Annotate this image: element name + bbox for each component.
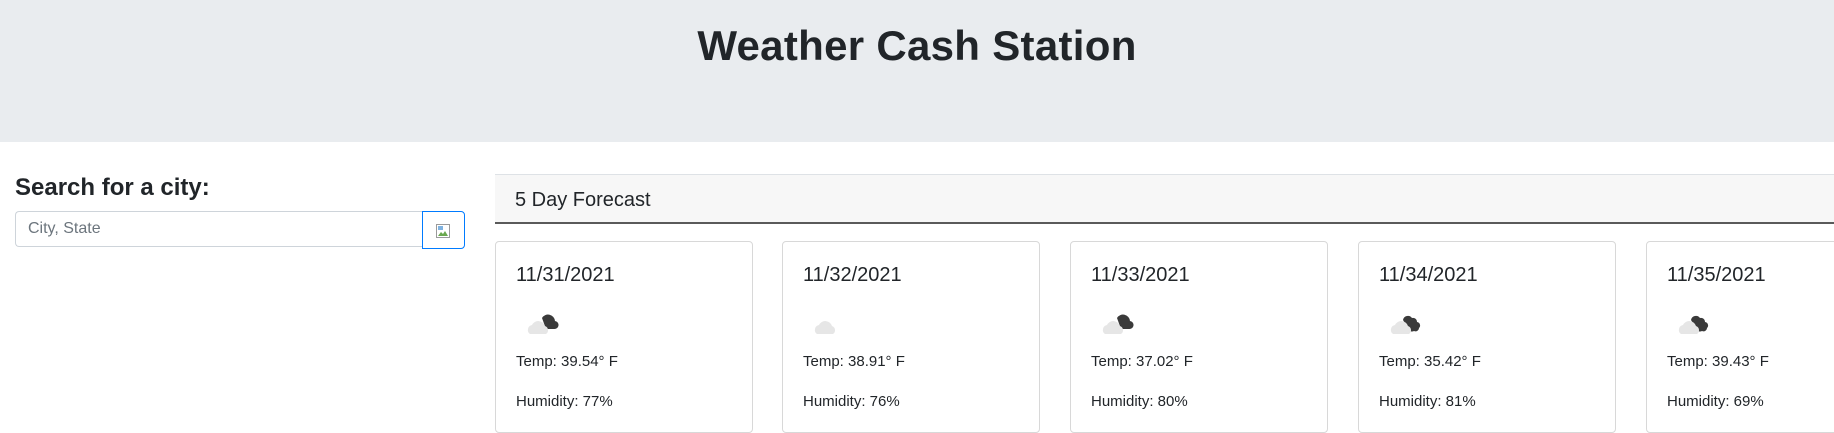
forecast-temp: Temp: 37.02° F: [1091, 353, 1193, 370]
cloud-with-dark-cloud-icon: [527, 314, 559, 334]
forecast-humidity: Humidity: 76%: [803, 393, 900, 410]
forecast-temp: Temp: 39.43° F: [1667, 353, 1769, 370]
page-title: Weather Cash Station: [697, 22, 1137, 69]
search-label: Search for a city:: [15, 174, 210, 201]
forecast-title: 5 Day Forecast: [515, 189, 651, 211]
forecast-date: 11/35/2021: [1667, 264, 1766, 286]
forecast-temp: Temp: 38.91° F: [803, 353, 905, 370]
forecast-date: 11/34/2021: [1379, 264, 1478, 286]
forecast-card: 11/33/2021 Temp: 37.02° F Humidity: 80%: [1070, 241, 1328, 433]
cloud-icon: [814, 321, 836, 334]
forecast-humidity: Humidity: 77%: [516, 393, 613, 410]
forecast-humidity: Humidity: 80%: [1091, 393, 1188, 410]
search-button[interactable]: [422, 211, 465, 249]
forecast-date: 11/32/2021: [803, 264, 902, 286]
forecast-humidity: Humidity: 81%: [1379, 393, 1476, 410]
forecast-humidity: Humidity: 69%: [1667, 393, 1764, 410]
forecast-card: 11/34/2021 Temp: 35.42° F Humidity: 81%: [1358, 241, 1616, 433]
forecast-card: 11/35/2021 Temp: 39.43° F Humidity: 69%: [1646, 241, 1834, 433]
forecast-temp: Temp: 35.42° F: [1379, 353, 1481, 370]
broken-image-icon: [436, 224, 450, 238]
cloud-with-dark-cloud-icon: [1102, 314, 1134, 334]
forecast-card: 11/32/2021 Temp: 38.91° F Humidity: 76%: [782, 241, 1040, 433]
forecast-card: 11/31/2021 Temp: 39.54° F Humidity: 77%: [495, 241, 753, 433]
forecast-date: 11/33/2021: [1091, 264, 1190, 286]
city-search-input[interactable]: [15, 211, 422, 247]
forecast-date: 11/31/2021: [516, 264, 615, 286]
header-jumbotron: Weather Cash Station: [0, 0, 1834, 142]
broken-clouds-icon: [1390, 315, 1421, 334]
forecast-temp: Temp: 39.54° F: [516, 353, 618, 370]
forecast-header: 5 Day Forecast: [495, 174, 1834, 224]
broken-clouds-icon: [1678, 315, 1709, 334]
